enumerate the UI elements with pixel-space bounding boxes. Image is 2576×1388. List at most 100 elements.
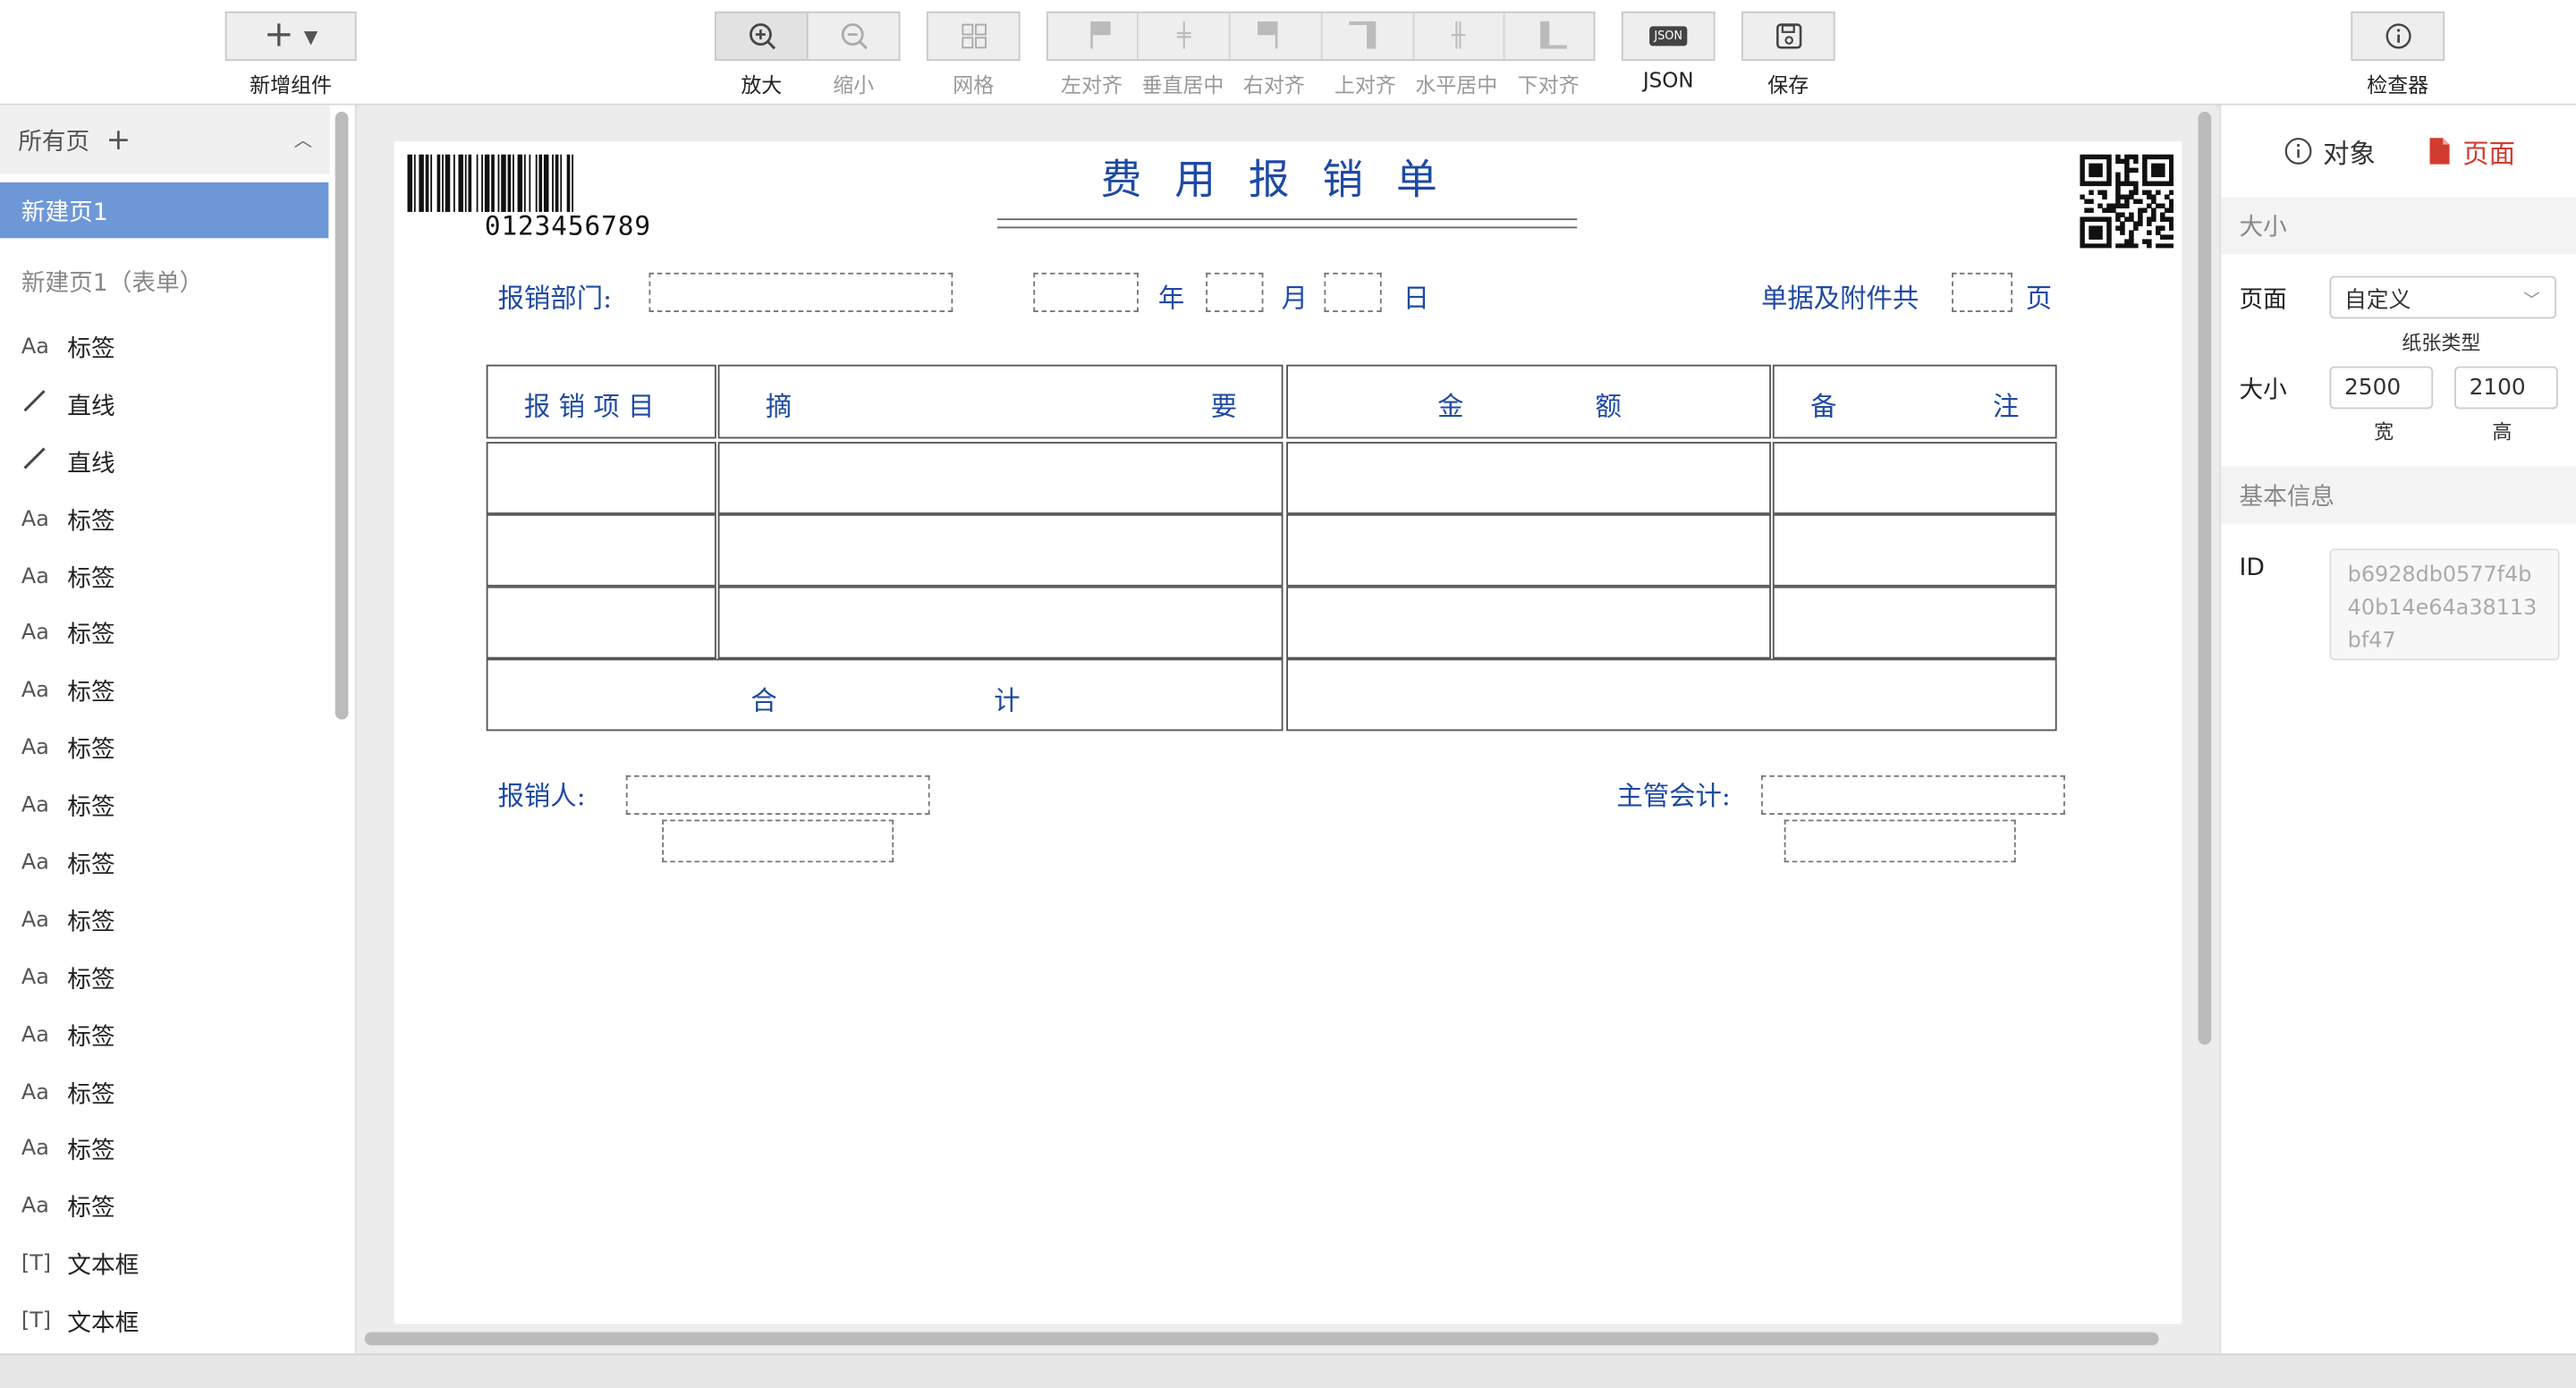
component-item-label: 标签: [67, 508, 115, 536]
tab-object[interactable]: 对象: [2284, 131, 2376, 171]
align-right-button[interactable]: ▀▏: [1231, 13, 1322, 60]
plus-icon: +: [263, 14, 294, 56]
page-item-form[interactable]: 新建页1（表单）: [0, 253, 310, 309]
grid-button[interactable]: [926, 11, 1021, 61]
left-scrollbar[interactable]: [335, 111, 349, 720]
month-field[interactable]: [1206, 272, 1264, 312]
component-item[interactable]: Aa 标签: [0, 663, 355, 720]
attachments-count-field[interactable]: [1952, 272, 2012, 312]
component-item-label: 标签: [67, 336, 115, 363]
align-hcenter-icon: ╫: [1451, 22, 1466, 50]
label-type-icon: Aa: [21, 622, 49, 647]
component-item[interactable]: Aa 标签: [0, 491, 355, 548]
qr-code-image: [2080, 154, 2174, 249]
component-item-label: 标签: [67, 1196, 115, 1223]
align-left-button[interactable]: ▕▀: [1048, 13, 1140, 60]
year-field[interactable]: [1033, 272, 1139, 312]
height-caption: 高: [2492, 420, 2512, 444]
table-row-3-amount[interactable]: [1286, 586, 1771, 659]
canvas-horizontal-scrollbar[interactable]: [364, 1332, 2159, 1346]
add-page-icon[interactable]: +: [106, 123, 131, 157]
align-bottom-label: 下对齐: [1517, 72, 1580, 97]
chevron-down-icon: ▼: [303, 25, 318, 47]
claimant-field[interactable]: [625, 774, 930, 816]
barcode-image: [407, 154, 574, 212]
table-row-3-item[interactable]: [486, 586, 716, 659]
accountant-date-field[interactable]: [1784, 819, 2016, 863]
json-label: JSON: [1642, 67, 1694, 92]
component-item[interactable]: 直线: [0, 433, 355, 490]
component-item[interactable]: [T] 文本框: [0, 1236, 355, 1293]
component-item[interactable]: Aa 标签: [0, 720, 355, 777]
accountant-label: 主管会计:: [1616, 780, 1731, 812]
chevron-up-icon[interactable]: ︿: [294, 126, 312, 152]
basic-info-section-header: 基本信息: [2221, 466, 2576, 524]
table-row-2-item[interactable]: [486, 513, 716, 587]
textbox-type-icon: [T]: [21, 1251, 52, 1277]
align-top-button[interactable]: ▔▌: [1322, 13, 1414, 60]
component-item[interactable]: Aa 标签: [0, 318, 355, 376]
header-cell-summary[interactable]: [717, 364, 1284, 439]
json-button[interactable]: JSON: [1621, 11, 1716, 61]
document-icon: [2429, 138, 2450, 165]
component-item[interactable]: Aa 标签: [0, 548, 355, 605]
component-item-label: 标签: [67, 910, 115, 936]
all-pages-header[interactable]: 所有页 + ︿: [0, 105, 331, 174]
align-hcenter-button[interactable]: ╫: [1414, 13, 1505, 60]
table-row-3-summary[interactable]: [717, 586, 1284, 659]
component-item-label: 标签: [67, 622, 115, 650]
component-item[interactable]: Aa 标签: [0, 605, 355, 663]
component-item[interactable]: Aa 标签: [0, 892, 355, 949]
size-label: 大小: [2239, 377, 2287, 404]
claimant-date-field[interactable]: [662, 819, 894, 863]
tab-page[interactable]: 页面: [2427, 131, 2515, 171]
save-button[interactable]: [1741, 11, 1835, 61]
align-bottom-button[interactable]: ▐▁: [1504, 13, 1593, 59]
width-input[interactable]: 2500: [2329, 366, 2434, 410]
id-field[interactable]: b6928db0577f4b40b14e64a38113bf47: [2329, 548, 2560, 661]
table-row-1-amount[interactable]: [1286, 442, 1771, 514]
total-label-cell[interactable]: [486, 658, 1284, 732]
table-row-1-item[interactable]: [486, 442, 716, 514]
component-item[interactable]: Aa 标签: [0, 949, 355, 1006]
component-item[interactable]: Aa 标签: [0, 834, 355, 892]
day-field[interactable]: [1324, 272, 1382, 312]
table-row-2-amount[interactable]: [1286, 513, 1771, 587]
grid-label: 网格: [953, 72, 995, 97]
component-item-label: 直线: [67, 394, 115, 420]
zoom-out-button[interactable]: [806, 11, 901, 61]
component-item[interactable]: Aa 标签: [0, 777, 355, 834]
table-row-3-remark[interactable]: [1772, 586, 2057, 659]
tab-object-label: 对象: [2323, 138, 2376, 170]
canvas-vertical-scrollbar[interactable]: [2198, 111, 2212, 1045]
form-paper: 0123456789 费 用 报 销 单 报销部门: 年 月 日 单据及附件共 …: [394, 140, 2182, 1325]
dept-field[interactable]: [648, 272, 953, 312]
zoom-in-button[interactable]: [714, 11, 809, 61]
component-item[interactable]: [T] 文本框: [0, 1293, 355, 1350]
table-row-1-remark[interactable]: [1772, 442, 2057, 514]
component-item[interactable]: 直线: [0, 376, 355, 433]
component-item[interactable]: Aa 标签: [0, 1006, 355, 1063]
table-row-1-summary[interactable]: [717, 442, 1284, 514]
component-item[interactable]: Aa 标签: [0, 1121, 355, 1179]
add-component-button[interactable]: + ▼: [225, 11, 357, 61]
paper-type-select[interactable]: 自定义 ﹀: [2329, 275, 2556, 319]
page-unit-label: 页: [2025, 282, 2053, 314]
component-item[interactable]: Aa 标签: [0, 1179, 355, 1236]
table-row-2-summary[interactable]: [717, 513, 1284, 587]
align-bottom-icon: ▐▁: [1531, 22, 1567, 50]
total-value-cell[interactable]: [1286, 658, 2057, 732]
accountant-field[interactable]: [1760, 774, 2065, 816]
page-item-selected[interactable]: 新建页1: [0, 182, 329, 239]
component-item-label: 标签: [67, 1024, 115, 1051]
height-input[interactable]: 2100: [2454, 366, 2558, 410]
header-cell-amount[interactable]: [1286, 364, 1771, 439]
inspector-button[interactable]: [2351, 11, 2445, 61]
component-item-label: 标签: [67, 1081, 115, 1108]
component-item[interactable]: Aa 标签: [0, 1063, 355, 1121]
tab-page-label: 页面: [2462, 138, 2516, 170]
align-vcenter-button[interactable]: ╪: [1139, 13, 1232, 60]
table-row-2-remark[interactable]: [1772, 513, 2057, 587]
component-item-label: 标签: [67, 680, 115, 707]
year-label: 年: [1157, 282, 1185, 314]
